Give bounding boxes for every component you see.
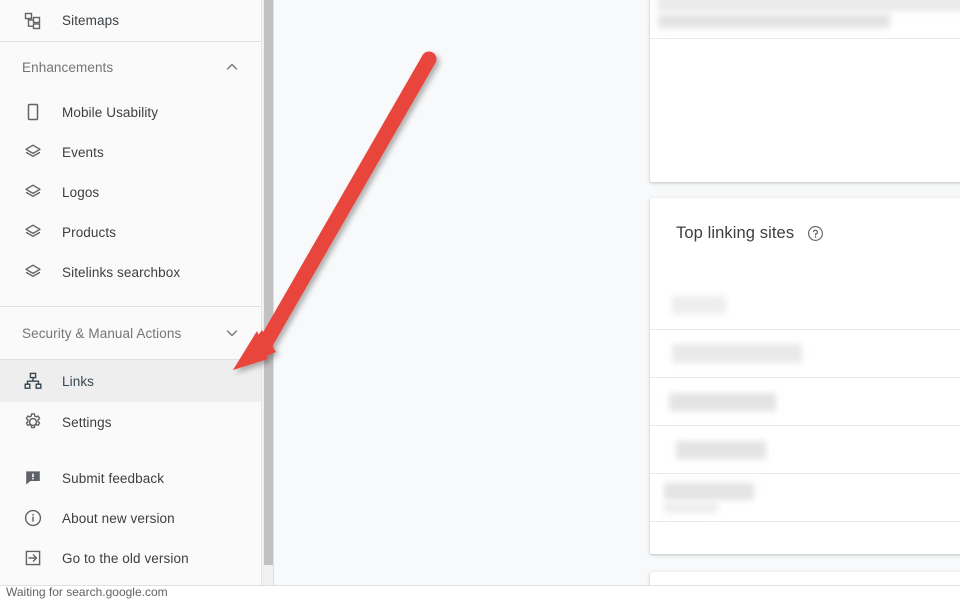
status-bar-text: Waiting for search.google.com (6, 585, 168, 599)
sidebar-item-events[interactable]: Events (0, 132, 261, 172)
table-row[interactable] (650, 473, 960, 521)
sidebar-item-mobile-usability[interactable]: Mobile Usability (0, 92, 261, 132)
layers-icon (20, 139, 46, 165)
browser-viewport: Sitemaps Enhancements Mobile Usability E… (0, 0, 960, 600)
redacted-bar (658, 0, 960, 11)
sidebar-item-links[interactable]: Links (0, 360, 261, 402)
sidebar-item-label: Events (62, 144, 104, 160)
table-row-empty (650, 521, 960, 554)
redacted-bar (672, 344, 802, 363)
card-top-linking-sites: Top linking sites (650, 198, 960, 554)
sidebar-section-label: Enhancements (22, 59, 114, 75)
mobile-device-icon (20, 99, 46, 125)
links-tree-icon (20, 368, 46, 394)
redacted-bar (658, 14, 890, 28)
main-content-area: Top linking sites (274, 0, 960, 585)
sidebar-item-label: Logos (62, 184, 100, 200)
layers-icon (20, 259, 46, 285)
sidebar-item-label: About new version (62, 510, 175, 526)
sidebar-item-label: Submit feedback (62, 470, 165, 486)
card-top-linking-pages (650, 0, 960, 182)
left-navigation-sidebar: Sitemaps Enhancements Mobile Usability E… (0, 0, 262, 585)
help-circle-icon[interactable] (807, 225, 824, 242)
sidebar-item-label: Settings (62, 414, 112, 430)
table-row[interactable] (650, 377, 960, 425)
sitemap-icon (20, 8, 46, 34)
sidebar-item-go-to-old-version[interactable]: Go to the old version (0, 538, 261, 578)
card-title-spacer (650, 243, 960, 281)
sidebar-item-sitelinks-searchbox[interactable]: Sitelinks searchbox (0, 252, 261, 292)
redacted-bar (676, 440, 766, 459)
card-title: Top linking text (650, 572, 960, 585)
layers-icon (20, 219, 46, 245)
table-row[interactable] (650, 0, 960, 38)
sidebar-item-label: Go to the old version (62, 550, 189, 566)
sidebar-item-about-new-version[interactable]: About new version (0, 498, 261, 538)
table-row[interactable] (650, 425, 960, 473)
sidebar-section-enhancements[interactable]: Enhancements (0, 42, 261, 92)
info-circle-icon (20, 505, 46, 531)
sidebar-section-label: Security & Manual Actions (22, 325, 182, 341)
sidebar-item-logos[interactable]: Logos (0, 172, 261, 212)
redacted-bar (664, 501, 718, 513)
sidebar-item-label: Links (62, 373, 95, 389)
table-row[interactable] (650, 329, 960, 377)
sidebar-item-label: Mobile Usability (62, 104, 159, 120)
redacted-bar (672, 296, 726, 314)
browser-status-bar: Waiting for search.google.com (0, 585, 960, 600)
gear-icon (20, 409, 46, 435)
sidebar-scrollbar-thumb[interactable] (264, 0, 273, 565)
sidebar-item-submit-feedback[interactable]: Submit feedback (0, 458, 261, 498)
card-title: Top linking sites (650, 198, 960, 243)
exit-arrow-icon (20, 545, 46, 571)
sidebar-item-products[interactable]: Products (0, 212, 261, 252)
card-title-text: Top linking sites (676, 224, 795, 242)
sidebar-item-label: Sitelinks searchbox (62, 264, 181, 280)
chevron-up-icon[interactable] (223, 58, 241, 76)
sidebar-vertical-scrollbar[interactable] (263, 0, 273, 585)
sidebar-item-label: Sitemaps (62, 13, 120, 28)
redacted-bar (669, 392, 776, 411)
redacted-bar (664, 482, 754, 500)
redacted-content (658, 0, 960, 28)
feedback-icon (20, 465, 46, 491)
table-row[interactable] (650, 281, 960, 329)
card-top-linking-text: Top linking text (650, 572, 960, 585)
sidebar-item-settings[interactable]: Settings (0, 402, 261, 442)
table-row-empty (650, 38, 960, 94)
redacted-content (664, 482, 754, 513)
sidebar-section-security-manual-actions[interactable]: Security & Manual Actions (0, 307, 261, 359)
layers-icon (20, 179, 46, 205)
sidebar-item-label: Products (62, 224, 117, 240)
chevron-down-icon[interactable] (223, 324, 241, 342)
sidebar-item-sitemaps[interactable]: Sitemaps (0, 0, 261, 41)
